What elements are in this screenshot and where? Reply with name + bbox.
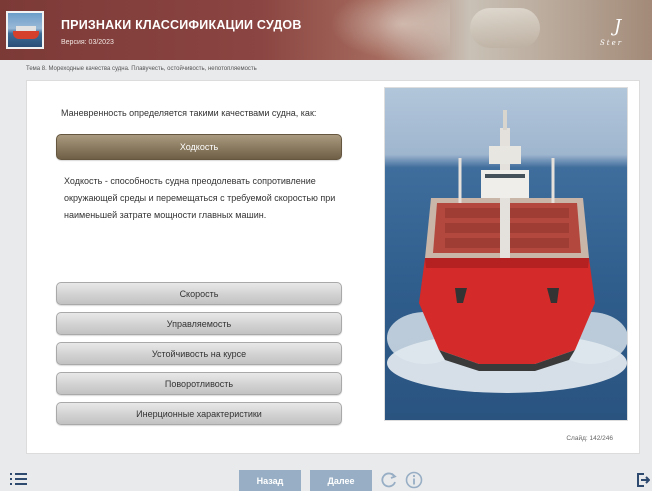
breadcrumb: Тема 8. Мореходные качества судна. Плаву… xyxy=(26,66,257,72)
ship-thumbnail xyxy=(6,11,44,49)
ship-illustration xyxy=(387,110,627,393)
logo-mark: J xyxy=(614,16,622,37)
menu-icon[interactable] xyxy=(10,472,28,486)
option-button-controllability[interactable]: Управляемость xyxy=(56,312,342,335)
explanation-text: Ходкость - способность судна преодолеват… xyxy=(64,176,336,220)
next-button[interactable]: Далее xyxy=(310,470,372,491)
question-text: Маневренность определяется такими качест… xyxy=(61,108,317,118)
back-button[interactable]: Назад xyxy=(239,470,301,491)
answer-button-selected[interactable]: Ходкость xyxy=(56,134,342,160)
option-button-turnability[interactable]: Поворотливость xyxy=(56,372,342,395)
company-logo: J Ster xyxy=(600,16,640,50)
banner-decoration xyxy=(470,8,540,48)
logo-text: Ster xyxy=(600,39,624,47)
course-version: Версия: 03/2023 xyxy=(61,39,114,46)
option-button-inertia[interactable]: Инерционные характеристики xyxy=(56,402,342,425)
header-banner: ПРИЗНАКИ КЛАССИФИКАЦИИ СУДОВ Версия: 03/… xyxy=(0,0,652,60)
option-button-course-stability[interactable]: Устойчивость на курсе xyxy=(56,342,342,365)
refresh-icon[interactable] xyxy=(380,471,398,489)
exit-icon[interactable] xyxy=(636,473,650,487)
option-button-speed[interactable]: Скорость xyxy=(56,282,342,305)
slide-counter: Слайд: 142/246 xyxy=(566,435,613,442)
course-title: ПРИЗНАКИ КЛАССИФИКАЦИИ СУДОВ xyxy=(61,18,302,32)
ship-photo xyxy=(384,87,628,421)
banner-decoration xyxy=(330,0,450,60)
slide-content-card: Маневренность определяется такими качест… xyxy=(26,80,640,454)
info-icon[interactable] xyxy=(405,471,423,489)
